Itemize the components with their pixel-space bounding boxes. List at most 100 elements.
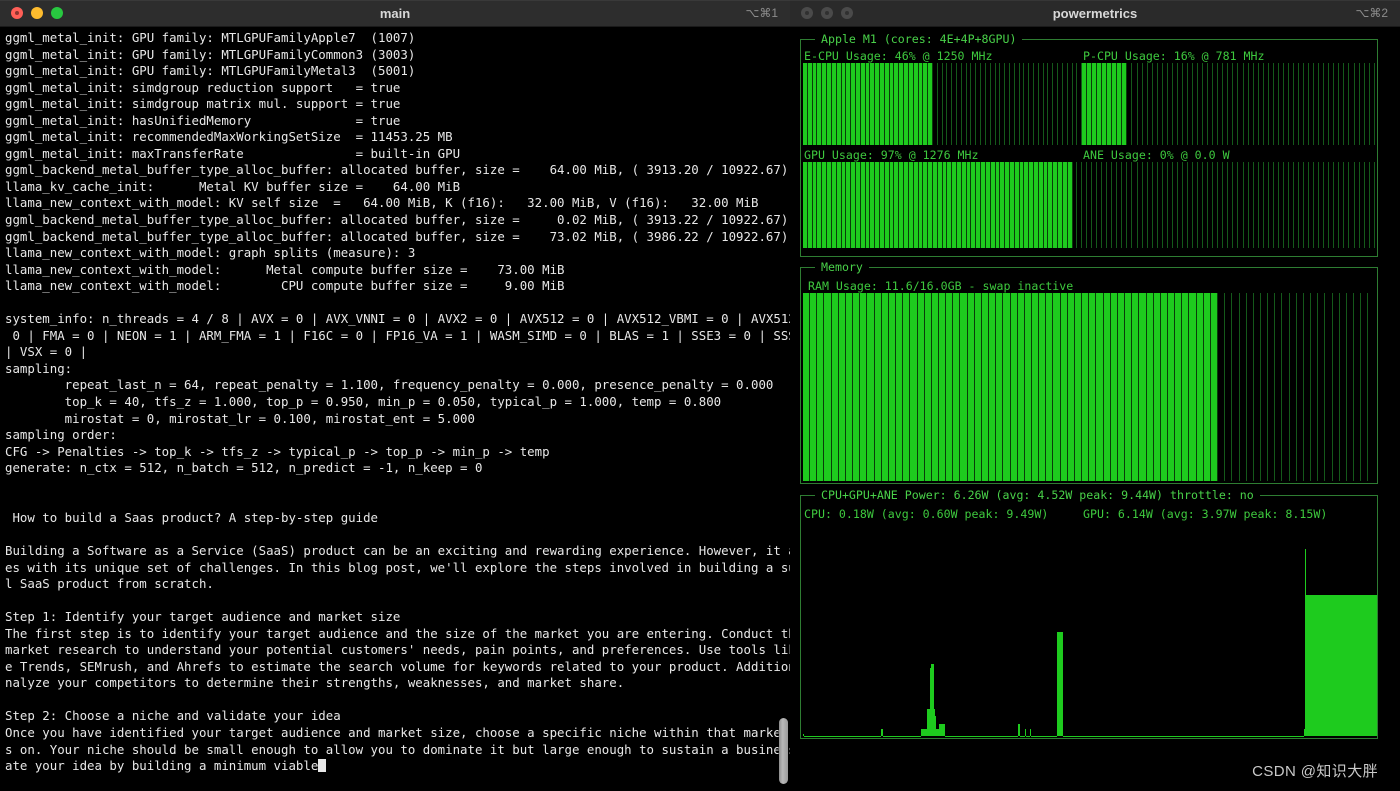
bar-column xyxy=(838,293,846,481)
window-title-powermetrics: powermetrics xyxy=(1052,5,1138,21)
ane-usage-label: ANE Usage: 0% @ 0.0 W xyxy=(1083,148,1230,162)
bar-column xyxy=(1303,293,1312,481)
bar-column xyxy=(831,293,839,481)
bar-column xyxy=(1167,293,1176,481)
bar-column xyxy=(1346,293,1355,481)
bar-column xyxy=(1039,293,1047,481)
pcpu-usage-label: P-CPU Usage: 16% @ 781 MHz xyxy=(1083,49,1265,63)
terminal-line: | VSX = 0 | xyxy=(5,344,88,360)
bar-column xyxy=(938,293,947,481)
window-shortcut-powermetrics: ⌥⌘2 xyxy=(1355,6,1388,20)
minimize-button[interactable] xyxy=(31,7,43,19)
terminal-line: ggml_metal_init: maxTransferRate = built… xyxy=(5,145,461,161)
bar-column xyxy=(888,293,897,481)
terminal-line: ggml_backend_metal_buffer_type_alloc_buf… xyxy=(5,212,789,228)
window-shortcut-main: ⌥⌘1 xyxy=(745,6,778,20)
bar-column xyxy=(989,293,997,481)
bar-column xyxy=(1318,293,1326,481)
titlebar-powermetrics[interactable]: powermetrics ⌥⌘2 xyxy=(790,0,1400,27)
terminal-line: market research to understand your poten… xyxy=(5,642,790,658)
power-history-bar xyxy=(943,723,945,736)
terminal-line: ggml_metal_init: simdgroup reduction sup… xyxy=(5,79,401,95)
terminal-window-powermetrics: powermetrics ⌥⌘2 Apple M1 (cores: 4E+4P+… xyxy=(790,0,1400,791)
bar-column xyxy=(1339,293,1347,481)
terminal-line: llama_kv_cache_init: Metal KV buffer siz… xyxy=(5,178,461,194)
bar-column xyxy=(1332,293,1340,481)
bar-column xyxy=(1239,293,1247,481)
bar-column xyxy=(824,293,832,481)
bar-column xyxy=(1110,293,1118,481)
bar-column xyxy=(1103,293,1111,481)
bar-column xyxy=(1268,293,1276,481)
close-button[interactable] xyxy=(801,7,813,19)
bar-column xyxy=(1067,293,1075,481)
terminal-line: 0 | FMA = 0 | NEON = 1 | ARM_FMA = 1 | F… xyxy=(5,327,790,343)
terminal-line: s on. Your niche should be small enough … xyxy=(5,741,790,757)
bar-column xyxy=(917,293,925,481)
terminal-line: llama_new_context_with_model: graph spli… xyxy=(5,245,416,261)
bar-column xyxy=(810,293,818,481)
bar-column xyxy=(1003,293,1011,481)
powermetrics-dashboard: Apple M1 (cores: 4E+4P+8GPU) E-CPU Usage… xyxy=(790,27,1400,791)
close-button[interactable] xyxy=(11,7,23,19)
terminal-line: ggml_metal_init: GPU family: MTLGPUFamil… xyxy=(5,30,416,45)
bar-column xyxy=(931,293,939,481)
bar-column xyxy=(1182,293,1190,481)
bar-column xyxy=(874,293,882,481)
titlebar-main[interactable]: main ⌥⌘1 xyxy=(0,0,790,27)
minimize-button[interactable] xyxy=(821,7,833,19)
bar-column xyxy=(1175,293,1183,481)
terminal-line: repeat_last_n = 64, repeat_penalty = 1.1… xyxy=(5,377,774,393)
terminal-line: How to build a Saas product? A step-by-s… xyxy=(5,509,378,525)
terminal-line: top_k = 40, tfs_z = 1.000, top_p = 0.950… xyxy=(5,394,722,410)
gpu-usage-bargraph xyxy=(803,162,1082,248)
terminal-line: Building a Software as a Service (SaaS) … xyxy=(5,542,790,558)
scrollbar-main[interactable] xyxy=(779,718,788,784)
bar-column xyxy=(881,293,889,481)
terminal-line: Once you have identified your target aud… xyxy=(5,724,790,740)
power-history-bar xyxy=(1019,723,1021,736)
bar-column xyxy=(974,293,982,481)
zoom-button[interactable] xyxy=(51,7,63,19)
terminal-line-current: ate your idea by building a minimum viab… xyxy=(5,758,790,775)
gpu-power-label: GPU: 6.14W (avg: 3.97W peak: 8.15W) xyxy=(1083,507,1328,521)
ane-usage-bargraph xyxy=(1082,162,1375,248)
terminal-line: sampling order: xyxy=(5,427,117,443)
bar-column xyxy=(924,293,932,481)
bar-column xyxy=(1196,293,1204,481)
bar-column xyxy=(953,293,961,481)
bar-column xyxy=(1139,293,1147,481)
bar-column xyxy=(1010,293,1018,481)
bar-column xyxy=(1275,293,1283,481)
terminal-output-main[interactable]: ggml_metal_init: GPU family: MTLGPUFamil… xyxy=(0,27,790,791)
bar-column xyxy=(967,293,975,481)
bar-column xyxy=(1368,293,1375,481)
terminal-line: Step 1: Identify your target audience an… xyxy=(5,609,401,625)
terminal-line: l SaaS product from scratch. xyxy=(5,576,214,592)
bar-column xyxy=(1089,293,1097,481)
terminal-line: nalyze your competitors to determine the… xyxy=(5,675,625,691)
bar-column xyxy=(867,293,875,481)
terminal-line: es with its unique set of challenges. In… xyxy=(5,559,790,575)
bar-column xyxy=(960,293,968,481)
terminal-line: ggml_metal_init: simdgroup matrix mul. s… xyxy=(5,96,401,112)
terminal-line: CFG -> Penalties -> top_k -> tfs_z -> ty… xyxy=(5,443,550,459)
zoom-button[interactable] xyxy=(841,7,853,19)
terminal-line: ggml_metal_init: hasUnifiedMemory = true xyxy=(5,112,401,128)
window-controls-main xyxy=(0,7,63,19)
bar-column xyxy=(1203,293,1211,481)
bar-column xyxy=(946,293,954,481)
power-history-graph xyxy=(803,523,1377,736)
bar-column xyxy=(1369,63,1375,145)
terminal-line: sampling: xyxy=(5,360,73,376)
bar-column xyxy=(1232,293,1240,481)
bar-column xyxy=(817,293,825,481)
bar-column xyxy=(903,293,911,481)
terminal-line: ggml_metal_init: GPU family: MTLGPUFamil… xyxy=(5,46,416,62)
terminal-line: ggml_metal_init: GPU family: MTLGPUFamil… xyxy=(5,63,416,79)
bar-column xyxy=(845,293,854,481)
